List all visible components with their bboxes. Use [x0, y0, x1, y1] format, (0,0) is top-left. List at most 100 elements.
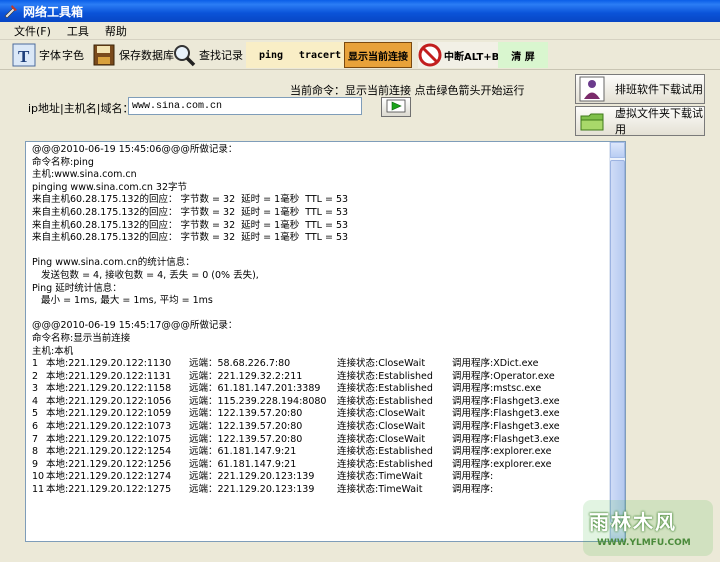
connection-row: 5 本地:221.129.20.122:1059 远端：122.139.57.20:… — [32, 408, 612, 421]
conn-state: 连接状态:Established — [337, 395, 433, 407]
conn-program: 调用程序:Flashget3.exe — [452, 408, 560, 420]
conn-index: 8 — [32, 446, 39, 458]
toolbox-icon — [4, 4, 18, 19]
scroll-thumb[interactable] — [610, 160, 625, 523]
ip-input[interactable] — [128, 97, 362, 115]
virtual-folder-label: 虚拟文件夹下载试用 — [615, 107, 703, 136]
conn-remote: 远端：115.239.228.194:8080 — [189, 395, 327, 407]
save-db-button[interactable]: 保存数据库 — [92, 42, 174, 68]
conn-index: 3 — [32, 383, 39, 395]
conn-local: 本地:221.129.20.122:1075 — [46, 433, 172, 445]
output-lines: @@@2010-06-19 15:45:06@@@所做记录： 命令名称:ping 主… — [32, 144, 612, 497]
conn-local: 本地:221.129.20.122:1274 — [46, 471, 172, 483]
conn-state: 连接状态:CloseWait — [337, 433, 426, 445]
vertical-scrollbar[interactable] — [609, 142, 625, 541]
interrupt-label: 中断ALT+B — [444, 51, 500, 63]
conn-local: 本地:221.129.20.122:1059 — [46, 408, 172, 420]
menu-help[interactable]: 帮助 — [97, 23, 135, 39]
output-line: Ping www.sina.com.cn的统计信息： — [32, 257, 195, 269]
folder-icon — [579, 108, 605, 134]
conn-index: 7 — [32, 433, 39, 445]
connection-row: 3 本地:221.129.20.122:1158 远端：61.181.147.201… — [32, 383, 612, 396]
conn-index: 1 — [32, 358, 39, 370]
font-button[interactable]: T 字体 — [12, 42, 61, 68]
clear-screen-button[interactable]: 清 屏 — [498, 42, 548, 68]
conn-index: 9 — [32, 458, 39, 470]
connection-row: 2 本地:221.129.20.122:1131 远端：221.129.32.2:2… — [32, 371, 612, 384]
conn-state: 连接状态:CloseWait — [337, 408, 426, 420]
watermark: 雨林木风 WWW.YLMFU.COM — [583, 500, 713, 556]
conn-state: 连接状态:TimeWait — [337, 471, 423, 483]
conn-local: 本地:221.129.20.122:1056 — [46, 395, 172, 407]
conn-state: 连接状态:Established — [337, 383, 433, 395]
conn-state: 连接状态:Established — [337, 458, 433, 470]
shift-software-button[interactable]: 排班软件下载试用 — [575, 74, 705, 104]
watermark-title: 雨林木风 — [589, 510, 677, 534]
conn-program: 调用程序:Flashget3.exe — [452, 421, 560, 433]
watermark-url: WWW.YLMFU.COM — [597, 538, 691, 548]
conn-remote: 远端：122.139.57.20:80 — [189, 408, 303, 420]
floppy-icon — [92, 43, 116, 67]
svg-text:T: T — [18, 47, 30, 66]
connection-row: 6 本地:221.129.20.122:1073 远端：122.139.57.20:… — [32, 421, 612, 434]
scroll-up-arrow[interactable] — [610, 142, 625, 158]
output-line: Ping 延时统计信息： — [32, 282, 122, 294]
output-line: 命令名称:ping — [32, 156, 94, 168]
color-button[interactable]: 字色 — [62, 42, 84, 68]
conn-program: 调用程序: — [452, 471, 494, 483]
output-line: 主机:本机 — [32, 345, 74, 357]
conn-remote: 远端：122.139.57.20:80 — [189, 433, 303, 445]
output-textarea[interactable]: @@@2010-06-19 15:45:06@@@所做记录： 命令名称:ping 主… — [25, 141, 626, 542]
magnifier-icon — [172, 43, 196, 67]
interrupt-button[interactable]: 中断ALT+B — [418, 42, 500, 68]
title-bar: 网络工具箱 — [0, 0, 720, 22]
connection-row: 8 本地:221.129.20.122:1254 远端：61.181.147.9:2… — [32, 446, 612, 459]
conn-local: 本地:221.129.20.122:1073 — [46, 421, 172, 433]
output-line: 来自主机60.28.175.132的回应： 字节数 = 32 延时 = 1毫秒 … — [32, 206, 349, 218]
conn-remote: 远端：221.129.20.123:139 — [189, 484, 315, 496]
conn-state: 连接状态:Established — [337, 370, 433, 382]
conn-program: 调用程序:Flashget3.exe — [452, 433, 560, 445]
conn-index: 10 — [32, 471, 45, 483]
conn-remote: 远端：221.129.32.2:211 — [189, 370, 303, 382]
conn-program: 调用程序:Operator.exe — [452, 370, 555, 382]
person-icon — [579, 76, 605, 102]
connection-row: 1 本地:221.129.20.122:1130 远端：58.68.226.7:80… — [32, 358, 612, 371]
output-line: 发送包数 = 4, 接收包数 = 4, 丢失 = 0 (0% 丢失), — [32, 269, 259, 281]
connection-row: 4 本地:221.129.20.122:1056 远端：115.239.228.19… — [32, 396, 612, 409]
conn-state: 连接状态:Established — [337, 446, 433, 458]
conn-state: 连接状态:CloseWait — [337, 358, 426, 370]
find-button[interactable]: 查找记录 — [172, 42, 243, 68]
font-label: 字体 — [39, 49, 61, 62]
conn-program: 调用程序:XDict.exe — [452, 358, 539, 370]
ip-label: ip地址|主机名|域名： — [28, 102, 134, 115]
conn-index: 5 — [32, 408, 39, 420]
font-icon: T — [12, 43, 36, 67]
output-line: 来自主机60.28.175.132的回应： 字节数 = 32 延时 = 1毫秒 … — [32, 194, 349, 206]
connection-row: 11 本地:221.129.20.122:1275 远端：221.129.20.12… — [32, 484, 612, 497]
find-label: 查找记录 — [199, 49, 243, 62]
menu-file[interactable]: 文件(F) — [0, 23, 59, 39]
conn-local: 本地:221.129.20.122:1275 — [46, 484, 172, 496]
ping-button[interactable]: ping — [246, 42, 296, 68]
conn-program: 调用程序:mstsc.exe — [452, 383, 542, 395]
conn-local: 本地:221.129.20.122:1130 — [46, 358, 172, 370]
green-arrow-icon — [386, 99, 406, 116]
virtual-folder-button[interactable]: 虚拟文件夹下载试用 — [575, 106, 705, 136]
save-db-label: 保存数据库 — [119, 49, 174, 62]
output-line: 来自主机60.28.175.132的回应： 字节数 = 32 延时 = 1毫秒 … — [32, 232, 349, 244]
run-button[interactable] — [381, 97, 411, 117]
output-line: 命令名称:显示当前连接 — [32, 332, 131, 344]
menu-tools[interactable]: 工具 — [59, 23, 97, 39]
connection-row: 7 本地:221.129.20.122:1075 远端：122.139.57.20:… — [32, 434, 612, 447]
conn-remote: 远端：221.129.20.123:139 — [189, 471, 315, 483]
shift-software-label: 排班软件下载试用 — [615, 83, 703, 96]
conn-program: 调用程序:explorer.exe — [452, 446, 552, 458]
output-line: 最小 = 1ms, 最大 = 1ms, 平均 = 1ms — [32, 295, 213, 307]
show-connections-button[interactable]: 显示当前连接 — [344, 42, 412, 68]
conn-local: 本地:221.129.20.122:1254 — [46, 446, 172, 458]
output-line: @@@2010-06-19 15:45:06@@@所做记录： — [32, 144, 238, 155]
conn-remote: 远端：122.139.57.20:80 — [189, 421, 303, 433]
tracert-button[interactable]: tracert — [296, 42, 344, 68]
